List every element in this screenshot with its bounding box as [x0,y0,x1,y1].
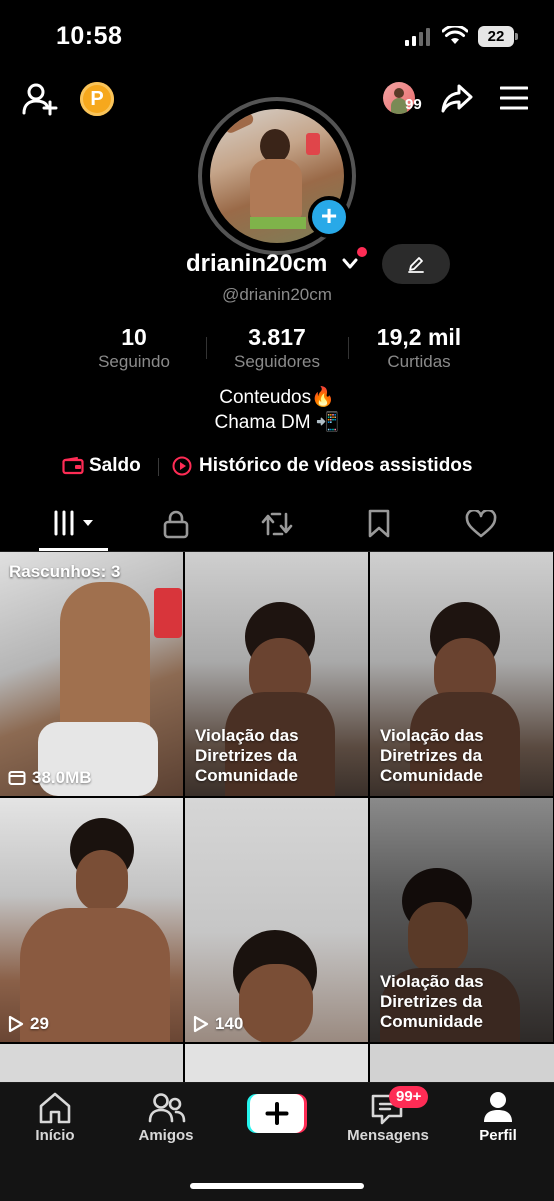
draft-size: 38.0MB [8,768,92,788]
nav-messages-label[interactable]: Mensagens [340,1127,436,1144]
stat-following-value[interactable]: 10 [64,324,204,351]
nav-profile-label[interactable]: Perfil [463,1127,533,1144]
stat-likes-label: Curtidas [387,352,451,371]
video-thumbnail[interactable]: Violação das Diretrizes da Comunidade [185,552,368,796]
cellular-signal-icon [405,28,430,46]
videos-grid-icon [54,510,93,536]
video-thumbnail[interactable] [370,1044,554,1084]
link-divider [158,458,159,476]
video-thumbnail[interactable] [0,1044,183,1084]
pencil-icon [408,257,424,273]
friends-icon[interactable] [148,1092,186,1124]
stat-following-label[interactable]: Seguindo [64,352,204,372]
stat-likes-value: 19,2 mil [376,324,462,350]
violation-notice: Violação das Diretrizes da Comunidade [380,972,484,1031]
video-thumbnail[interactable] [185,1044,368,1084]
coin-icon[interactable]: P [80,82,114,116]
profile-handle: @drianin20cm [222,285,332,304]
folder-icon [8,771,26,785]
stat-followers-value[interactable]: 3.817 [207,324,347,351]
edit-profile-button[interactable] [382,244,450,284]
repost-icon [261,512,293,536]
add-avatar-button[interactable]: + [308,196,350,238]
home-indicator [190,1183,364,1189]
nav-friends-label[interactable]: Amigos [131,1127,201,1144]
draft-video-thumbnail[interactable]: Rascunhos: 3 38.0MB [0,552,183,796]
play-history-icon [172,456,192,476]
battery-indicator: 22 [478,26,518,47]
violation-notice: Violação das Diretrizes da Comunidade [195,726,299,785]
notification-dot [357,247,367,257]
home-icon[interactable] [38,1092,72,1124]
draft-size-value: 38.0MB [32,768,92,787]
view-count: 29 [8,1014,49,1034]
heart-icon [465,510,497,538]
bio-line: Chama DM 📲 [214,412,340,433]
video-thumbnail[interactable]: 29 [0,798,183,1042]
tab-favorites[interactable] [357,505,401,545]
bookmark-icon [368,509,390,538]
nav-home-label[interactable]: Início [20,1127,90,1144]
tab-liked[interactable] [459,505,503,545]
tab-reposts[interactable] [255,505,299,545]
play-icon [193,1015,209,1033]
stat-followers-label[interactable]: Seguidores [207,352,347,372]
violation-notice: Violação das Diretrizes da Comunidade [380,726,484,785]
wifi-icon [442,26,468,44]
play-icon [8,1015,24,1033]
view-count: 140 [193,1014,243,1034]
balance-link[interactable]: Saldo [89,455,141,477]
video-thumbnail[interactable]: Violação das Diretrizes da Comunidade [370,798,553,1042]
add-friend-icon[interactable] [22,82,58,116]
drafts-label: Rascunhos: 3 [9,562,121,581]
lock-icon [163,510,189,539]
share-icon[interactable] [440,82,474,114]
wallet-icon [62,457,84,475]
menu-icon[interactable] [500,86,528,110]
profile-icon[interactable] [483,1091,513,1123]
status-time: 10:58 [56,22,123,50]
username: drianin20cm [186,250,328,277]
watch-history-link[interactable]: Histórico de vídeos assistidos [199,455,472,477]
chevron-down-icon[interactable] [342,258,358,270]
messages-badge: 99+ [389,1086,429,1108]
notification-count: 99 [405,96,422,113]
video-thumbnail[interactable]: Violação das Diretrizes da Comunidade [370,552,553,796]
video-thumbnail[interactable]: 140 [185,798,368,1042]
tab-videos[interactable] [39,505,108,545]
bio-line: Conteudos🔥 [219,387,335,408]
tab-private[interactable] [154,505,198,545]
create-video-button[interactable] [247,1094,307,1133]
